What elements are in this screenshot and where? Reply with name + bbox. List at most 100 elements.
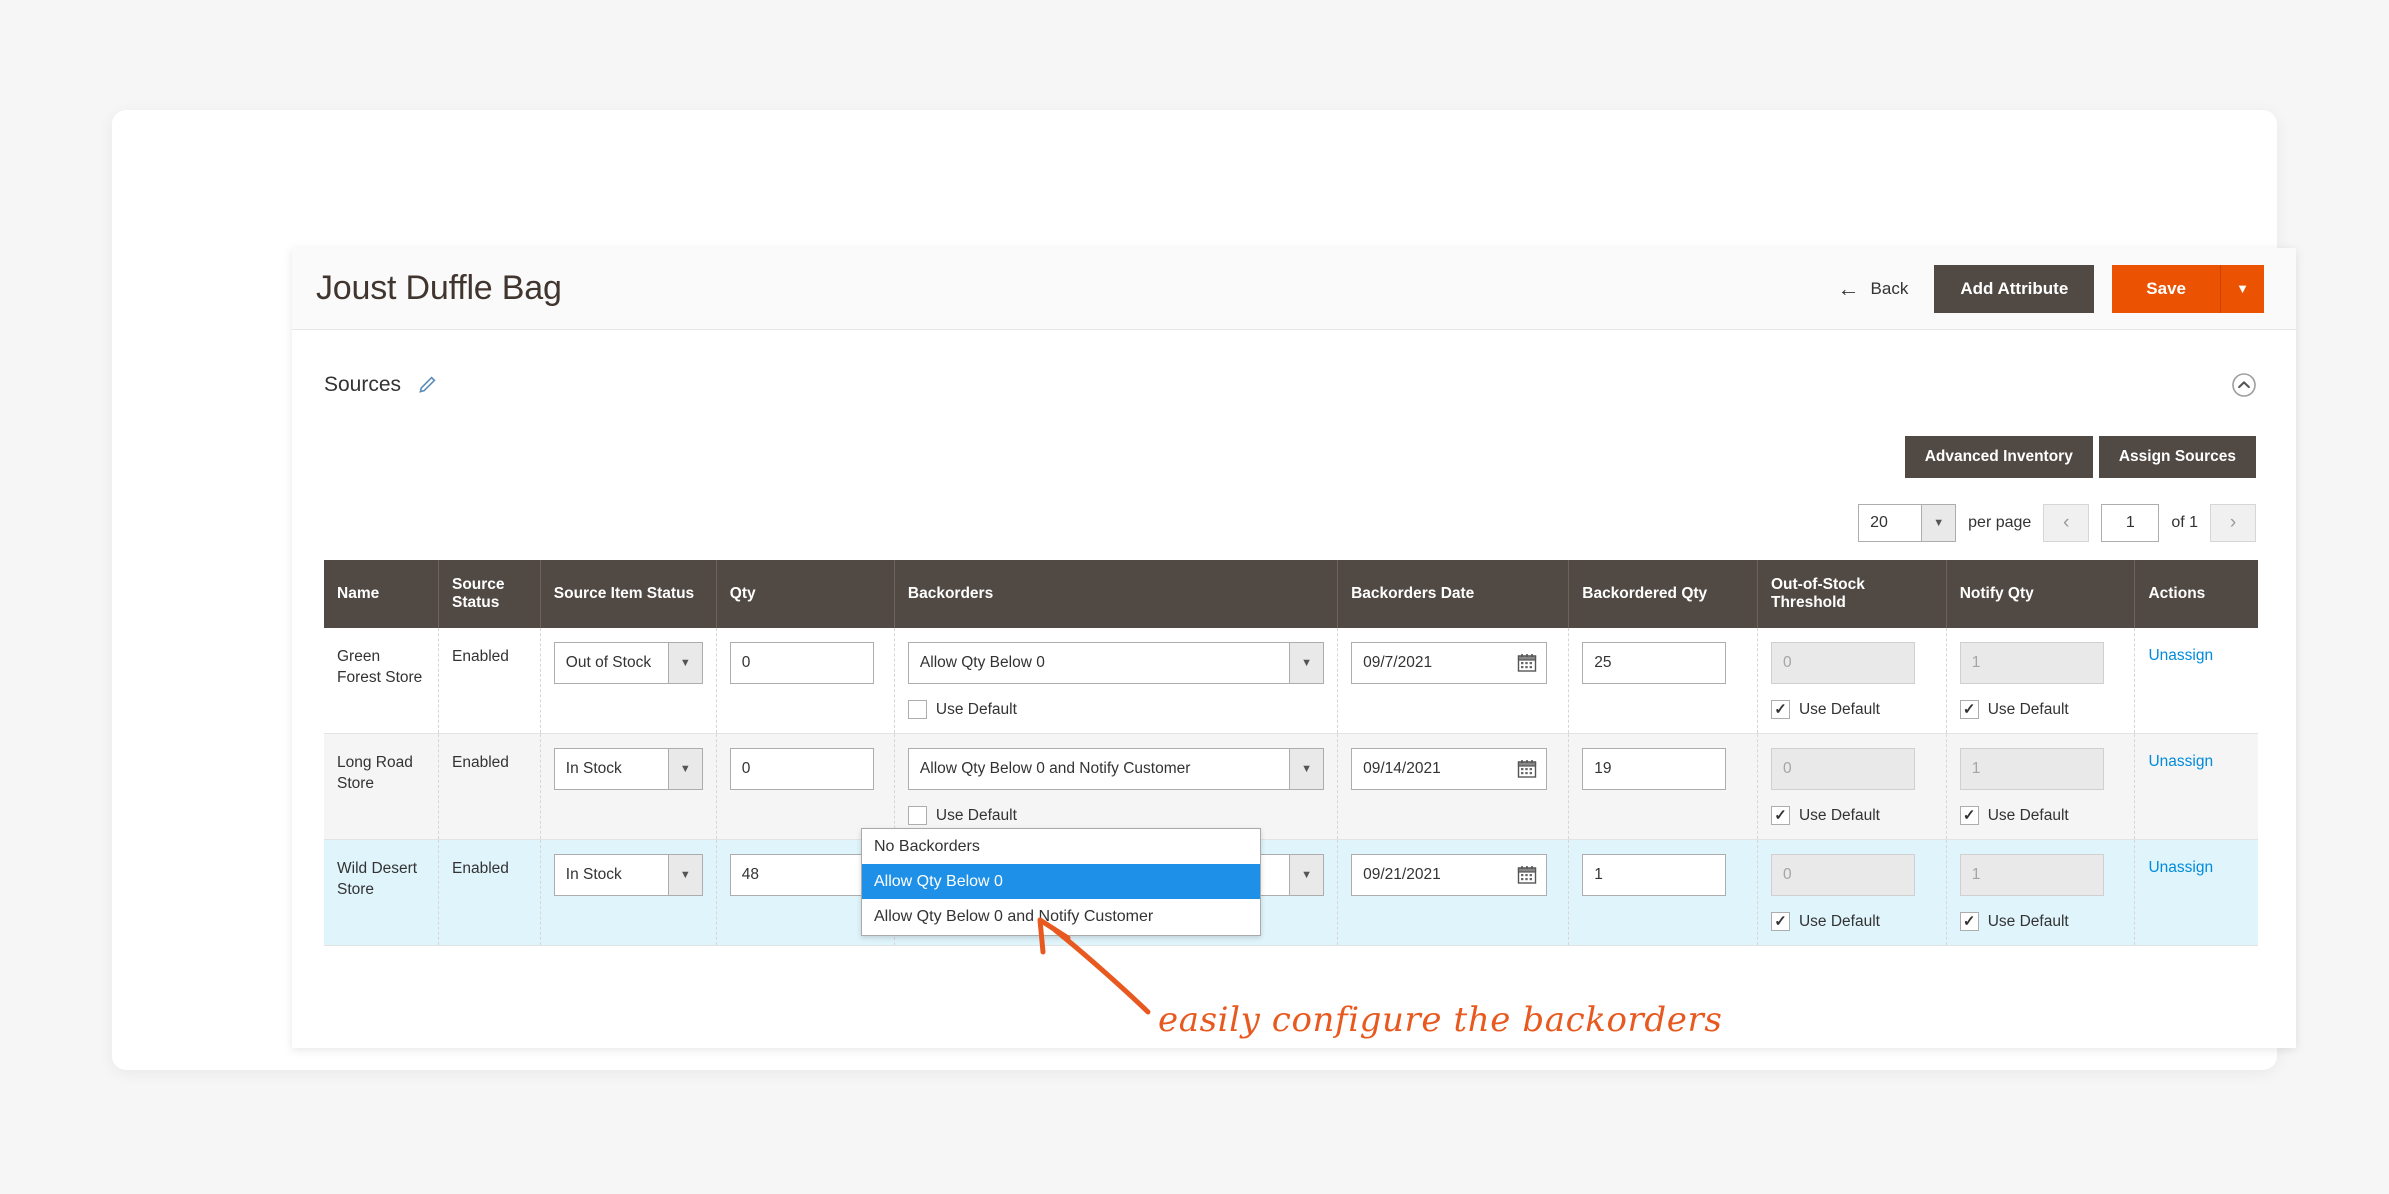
use-default-label: Use Default bbox=[935, 700, 1017, 718]
use-default-checkbox[interactable] bbox=[1959, 912, 1979, 931]
backorders-use-default[interactable]: Use Default bbox=[907, 700, 1324, 719]
use-default-checkbox[interactable] bbox=[1959, 700, 1979, 719]
oos-threshold-use-default[interactable]: Use Default bbox=[1770, 700, 1933, 719]
product-panel: Joust Duffle Bag ← Back Add Attribute Sa… bbox=[292, 248, 2296, 1048]
use-default-label: Use Default bbox=[1798, 700, 1880, 718]
backorders-date-field bbox=[1351, 748, 1548, 790]
backordered-qty-input[interactable] bbox=[1582, 854, 1727, 896]
backorders-select[interactable]: Allow Qty Below 0 and Notify Customer ▼ bbox=[907, 748, 1325, 790]
backorders-date-field bbox=[1351, 642, 1548, 684]
page-number-input[interactable] bbox=[2101, 504, 2160, 542]
backorders-dropdown-list[interactable]: No Backorders Allow Qty Below 0 Allow Qt… bbox=[861, 828, 1261, 936]
use-default-label: Use Default bbox=[1987, 912, 2069, 930]
unassign-link[interactable]: Unassign bbox=[2148, 854, 2213, 877]
header-actions: ← Back Add Attribute Save ▼ bbox=[1830, 264, 2264, 313]
calendar-icon[interactable] bbox=[1516, 758, 1538, 780]
source-item-status-value: In Stock bbox=[565, 760, 622, 777]
grid-body: Green Forest Store Enabled Out of Stock … bbox=[324, 628, 2258, 946]
column-header-backorders[interactable]: Backorders bbox=[894, 560, 1339, 628]
use-default-checkbox[interactable] bbox=[1770, 912, 1790, 931]
notify-qty-use-default[interactable]: Use Default bbox=[1959, 700, 2122, 719]
assign-sources-button[interactable]: Assign Sources bbox=[2098, 436, 2256, 478]
notify-qty-use-default[interactable]: Use Default bbox=[1959, 912, 2122, 931]
next-page-button[interactable]: › bbox=[2210, 504, 2256, 542]
column-header-source-status[interactable]: Source Status bbox=[438, 560, 541, 628]
oos-threshold-input bbox=[1770, 854, 1915, 896]
source-item-status-select[interactable]: Out of Stock ▼ bbox=[553, 642, 703, 684]
source-item-status-value: In Stock bbox=[565, 866, 622, 883]
sources-grid-wrapper: Name Source Status Source Item Status Qt… bbox=[324, 560, 2258, 946]
chevron-right-icon: › bbox=[2229, 512, 2237, 533]
notify-qty-use-default[interactable]: Use Default bbox=[1959, 806, 2122, 825]
grid-header-row: Name Source Status Source Item Status Qt… bbox=[324, 560, 2258, 628]
use-default-label: Use Default bbox=[1987, 700, 2069, 718]
save-button[interactable]: Save bbox=[2112, 264, 2220, 313]
column-header-actions[interactable]: Actions bbox=[2134, 560, 2258, 628]
save-button-group: Save ▼ bbox=[2112, 264, 2264, 313]
calendar-icon[interactable] bbox=[1516, 652, 1538, 674]
sources-grid: Name Source Status Source Item Status Qt… bbox=[324, 560, 2258, 946]
use-default-checkbox[interactable] bbox=[1770, 700, 1790, 719]
per-page-label: per page bbox=[1968, 514, 2032, 531]
column-header-name[interactable]: Name bbox=[324, 560, 439, 628]
previous-page-button[interactable]: ‹ bbox=[2043, 504, 2090, 542]
qty-input[interactable] bbox=[729, 854, 874, 896]
use-default-label: Use Default bbox=[1798, 912, 1880, 930]
column-header-backordered-qty[interactable]: Backordered Qty bbox=[1568, 560, 1758, 628]
per-page-select[interactable]: 20 ▼ bbox=[1858, 504, 1957, 542]
column-header-oos-threshold[interactable]: Out-of-Stock Threshold bbox=[1757, 560, 1947, 628]
section-header: Sources bbox=[324, 362, 2258, 408]
caret-down-icon: ▼ bbox=[667, 643, 702, 683]
dropdown-option-allow-qty-below-0[interactable]: Allow Qty Below 0 bbox=[862, 864, 1260, 900]
dropdown-option-allow-qty-below-0-notify[interactable]: Allow Qty Below 0 and Notify Customer bbox=[862, 899, 1260, 934]
source-item-status-select[interactable]: In Stock ▼ bbox=[553, 854, 703, 896]
calendar-icon[interactable] bbox=[1516, 864, 1538, 886]
notify-qty-input bbox=[1959, 748, 2104, 790]
per-page-value: 20 bbox=[1870, 514, 1888, 531]
cell-source-status: Enabled bbox=[452, 648, 509, 665]
source-item-status-value: Out of Stock bbox=[565, 654, 652, 671]
oos-threshold-input bbox=[1770, 748, 1915, 790]
chevron-up-circle-icon[interactable] bbox=[2230, 371, 2258, 399]
cell-name: Long Road Store bbox=[337, 754, 413, 792]
table-row: Long Road Store Enabled In Stock ▼ 0 All… bbox=[324, 733, 2258, 840]
back-button[interactable]: ← Back bbox=[1830, 272, 1917, 306]
pencil-icon[interactable] bbox=[417, 375, 437, 395]
caret-down-icon: ▼ bbox=[1289, 749, 1324, 789]
caret-down-icon: ▼ bbox=[1289, 643, 1324, 683]
caret-down-icon[interactable]: ▼ bbox=[1921, 505, 1956, 541]
column-header-qty[interactable]: Qty bbox=[716, 560, 895, 628]
column-header-notify-qty[interactable]: Notify Qty bbox=[1946, 560, 2136, 628]
oos-threshold-use-default[interactable]: Use Default bbox=[1770, 912, 1933, 931]
advanced-inventory-button[interactable]: Advanced Inventory bbox=[1904, 436, 2093, 478]
oos-threshold-input bbox=[1770, 642, 1915, 684]
use-default-checkbox[interactable] bbox=[1770, 806, 1790, 825]
column-header-backorders-date[interactable]: Backorders Date bbox=[1337, 560, 1570, 628]
use-default-label: Use Default bbox=[935, 806, 1017, 824]
backorders-select[interactable]: Allow Qty Below 0 ▼ bbox=[907, 642, 1325, 684]
use-default-checkbox[interactable] bbox=[907, 806, 927, 825]
grid-toolbar: Advanced Inventory Assign Sources bbox=[324, 436, 2258, 478]
qty-input[interactable] bbox=[729, 642, 874, 684]
caret-down-icon: ▼ bbox=[1289, 855, 1324, 895]
sources-section: Sources Advanced Inventory Assign Source… bbox=[292, 330, 2296, 946]
use-default-label: Use Default bbox=[1798, 806, 1880, 824]
use-default-checkbox[interactable] bbox=[1959, 806, 1979, 825]
qty-input[interactable] bbox=[729, 748, 874, 790]
backordered-qty-input[interactable] bbox=[1582, 642, 1727, 684]
unassign-link[interactable]: Unassign bbox=[2148, 642, 2213, 665]
add-attribute-button[interactable]: Add Attribute bbox=[1934, 264, 2095, 313]
caret-down-icon: ▼ bbox=[667, 749, 702, 789]
unassign-link[interactable]: Unassign bbox=[2148, 748, 2213, 771]
backorders-use-default[interactable]: Use Default bbox=[907, 806, 1324, 825]
save-options-button[interactable]: ▼ bbox=[2220, 264, 2264, 313]
oos-threshold-use-default[interactable]: Use Default bbox=[1770, 806, 1933, 825]
chevron-left-icon: ‹ bbox=[2063, 512, 2070, 533]
caret-down-icon: ▼ bbox=[667, 855, 702, 895]
backordered-qty-input[interactable] bbox=[1582, 748, 1727, 790]
source-item-status-select[interactable]: In Stock ▼ bbox=[553, 748, 703, 790]
dropdown-option-no-backorders[interactable]: No Backorders bbox=[862, 829, 1260, 864]
column-header-source-item-status[interactable]: Source Item Status bbox=[540, 560, 717, 628]
use-default-checkbox[interactable] bbox=[907, 700, 927, 719]
notify-qty-input bbox=[1959, 642, 2104, 684]
